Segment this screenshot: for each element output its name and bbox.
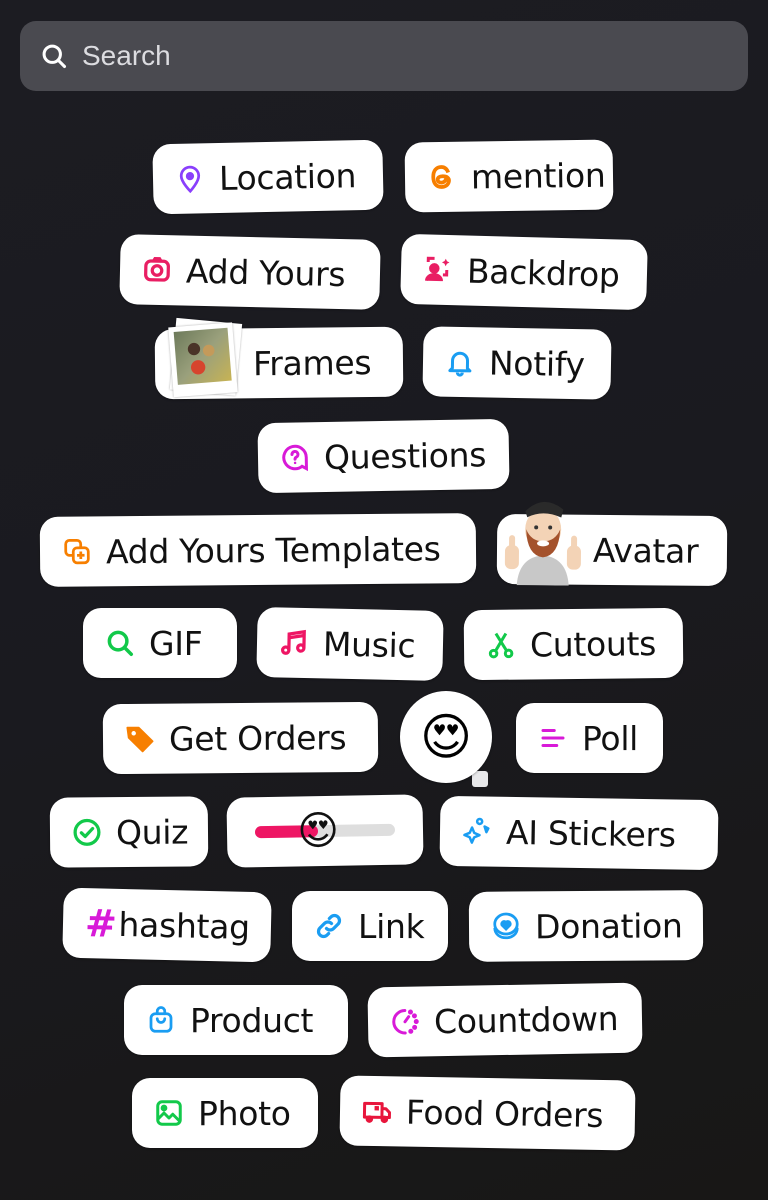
sticker-notify[interactable]: Notify <box>422 326 612 400</box>
bubble-tail <box>472 771 488 787</box>
sticker-poll[interactable]: Poll <box>516 703 663 773</box>
sticker-label: Donation <box>534 905 683 946</box>
search-input[interactable] <box>82 40 702 72</box>
sticker-label: Add Yours <box>185 251 346 294</box>
sticker-label: Backdrop <box>466 251 621 294</box>
sticker-label: Frames <box>252 342 372 383</box>
sticker-add-yours-templates[interactable]: Add Yours Templates <box>39 513 477 587</box>
search-icon <box>103 626 137 660</box>
sticker-label: Location <box>218 155 357 198</box>
sticker-emoji-slider[interactable]: 😍 <box>226 794 424 868</box>
sticker-frames[interactable]: Frames <box>154 317 404 400</box>
threads-at-icon <box>425 160 459 194</box>
poll-lines-icon <box>536 721 570 755</box>
hash-icon: # <box>84 901 118 946</box>
sticker-label: Add Yours Templates <box>105 528 441 571</box>
polaroid-photo-icon <box>168 317 243 399</box>
slider-track[interactable]: 😍 <box>254 808 396 854</box>
avatar-thumbs-up-icon <box>497 495 590 586</box>
search-bar[interactable] <box>20 21 748 91</box>
music-note-icon <box>277 625 312 660</box>
backdrop-person-sparkle-icon <box>421 252 456 287</box>
sticker-get-orders[interactable]: Get Orders <box>102 701 379 775</box>
sticker-label: Product <box>190 1000 314 1040</box>
sticker-backdrop[interactable]: Backdrop <box>400 233 648 311</box>
sticker-label: Music <box>322 623 416 665</box>
shopping-bag-icon <box>144 1003 178 1037</box>
sticker-label: Countdown <box>433 998 619 1041</box>
sticker-label: Link <box>358 906 425 946</box>
sticker-avatar[interactable]: Avatar <box>496 501 728 587</box>
sticker-quiz[interactable]: Quiz <box>49 796 209 868</box>
sticker-mention[interactable]: mention <box>404 139 614 213</box>
check-circle-icon <box>70 815 104 849</box>
scissors-icon <box>484 628 518 662</box>
sticker-cutouts[interactable]: Cutouts <box>463 607 684 681</box>
sticker-product[interactable]: Product <box>124 985 348 1055</box>
sticker-label: Get Orders <box>168 717 347 759</box>
sticker-ai-stickers[interactable]: AI Stickers <box>439 795 719 871</box>
location-pin-icon <box>173 161 208 196</box>
heart-eyes-emoji-icon[interactable]: 😍 <box>297 808 339 855</box>
sticker-music[interactable]: Music <box>256 607 444 681</box>
sticker-label: Cutouts <box>529 623 657 664</box>
sticker-countdown[interactable]: Countdown <box>367 982 643 1058</box>
search-icon <box>42 44 67 69</box>
question-bubble-icon <box>278 440 313 475</box>
sticker-add-yours[interactable]: Add Yours <box>119 234 381 310</box>
camera-icon <box>140 253 175 288</box>
sticker-link[interactable]: Link <box>292 891 448 961</box>
sticker-label: Notify <box>488 343 586 384</box>
sticker-label: Avatar <box>592 530 699 571</box>
sticker-label: Questions <box>323 434 487 477</box>
sticker-donation[interactable]: Donation <box>468 890 704 962</box>
sticker-label: Quiz <box>115 811 189 852</box>
sparkles-icon <box>460 814 495 849</box>
sticker-label: hashtag <box>118 904 251 947</box>
sticker-gif[interactable]: GIF <box>83 608 237 678</box>
delivery-truck-icon <box>360 1094 395 1129</box>
sticker-label: mention <box>470 155 606 197</box>
sticker-label: Food Orders <box>405 1092 604 1135</box>
sticker-emoji-reaction[interactable]: 😍 <box>400 691 492 787</box>
sticker-label: AI Stickers <box>505 812 676 855</box>
timer-icon <box>388 1004 423 1039</box>
heart-eyes-emoji-icon: 😍 <box>419 708 473 766</box>
price-tag-icon <box>123 722 157 756</box>
sticker-label: Photo <box>198 1093 291 1133</box>
sticker-label: Poll <box>582 718 639 758</box>
image-icon <box>152 1096 186 1130</box>
link-icon <box>312 909 346 943</box>
donation-heart-coin-icon <box>489 909 523 943</box>
sticker-location[interactable]: Location <box>152 139 384 215</box>
add-template-icon <box>60 534 94 568</box>
sticker-food-orders[interactable]: Food Orders <box>339 1075 636 1151</box>
sticker-label: GIF <box>149 623 203 663</box>
bell-icon <box>443 345 478 380</box>
sticker-photo[interactable]: Photo <box>132 1078 318 1148</box>
sticker-hashtag[interactable]: # hashtag <box>62 887 272 963</box>
sticker-questions[interactable]: Questions <box>257 418 510 494</box>
